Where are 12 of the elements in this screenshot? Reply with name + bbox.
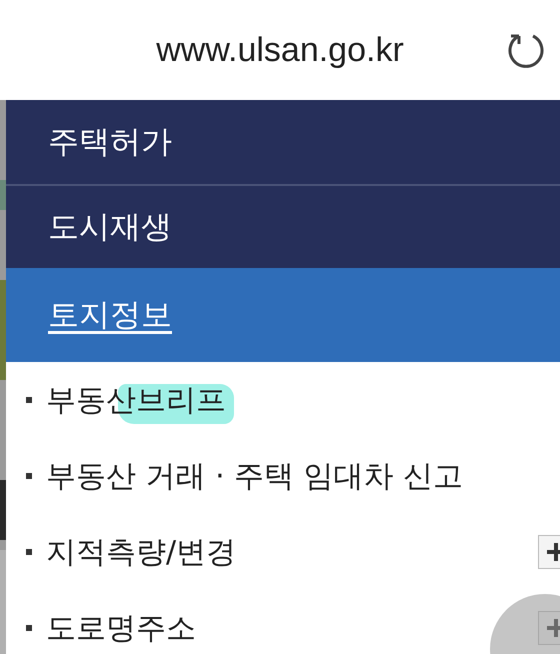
submenu-link[interactable]: 부동산 거래 · 주택 임대차 신고 [46, 454, 464, 498]
submenu-link[interactable]: 지적측량/변경 [46, 530, 236, 574]
bullet-icon [26, 397, 32, 403]
menu-item[interactable]: 토지정보 [6, 268, 560, 362]
menu-item[interactable]: 주택허가 [6, 100, 560, 184]
bullet-icon [26, 625, 32, 631]
submenu-link[interactable]: 부동산브리프 [46, 378, 226, 422]
url-text: www.ulsan.go.kr [156, 30, 404, 70]
menu-item[interactable]: 도시재생 [6, 186, 560, 268]
bullet-icon [26, 473, 32, 479]
bullet-icon [26, 549, 32, 555]
submenu-link[interactable]: 도로명주소 [46, 606, 196, 650]
